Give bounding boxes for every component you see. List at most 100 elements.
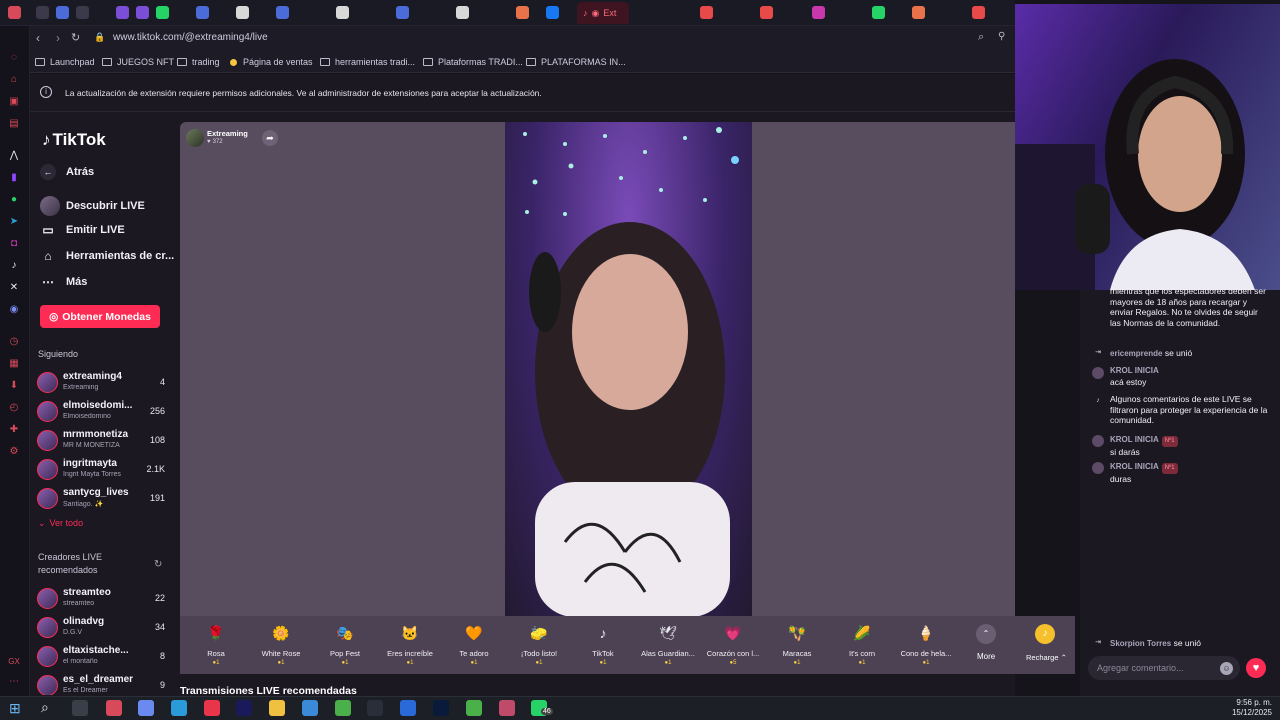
back-icon[interactable]: ‹: [36, 31, 40, 45]
tiktok-logo[interactable]: ♪ TikTok: [42, 130, 106, 150]
tab-icon[interactable]: [546, 6, 559, 19]
telegram-icon[interactable]: ➤: [8, 216, 20, 228]
home-icon[interactable]: ⌂: [8, 74, 20, 86]
bookmark-trading[interactable]: trading: [177, 57, 220, 67]
chat-username[interactable]: KROL INICIA: [1110, 366, 1159, 377]
gift-item[interactable]: 🍦 Cono de hela... ●1: [895, 620, 957, 666]
tiktok-icon[interactable]: ♪: [8, 260, 20, 272]
nav-go-live[interactable]: ▭ Emitir LIVE: [40, 223, 124, 237]
back-button[interactable]: ← Atrás: [40, 164, 94, 180]
forward-icon[interactable]: ›: [56, 31, 60, 45]
tab-icon[interactable]: [276, 6, 289, 19]
opera-menu-icon[interactable]: [8, 6, 21, 19]
opera-icon[interactable]: [204, 700, 220, 716]
nav-discover-live[interactable]: Descubrir LIVE: [40, 196, 145, 216]
tab-icon[interactable]: [912, 6, 925, 19]
search-icon[interactable]: ⌕: [41, 699, 49, 716]
tab-icon[interactable]: [36, 6, 49, 19]
refresh-icon[interactable]: ↻: [154, 559, 162, 570]
tab-icon[interactable]: [236, 6, 249, 19]
recommended-account[interactable]: es_el_dreamer Es el Dreamer 9: [37, 673, 165, 695]
tab-icon[interactable]: [136, 6, 149, 19]
app-icon[interactable]: [302, 700, 318, 716]
coin-recharge-icon[interactable]: ♪: [1035, 624, 1055, 644]
comment-input[interactable]: Agregar comentario...: [1088, 656, 1240, 680]
bookmark-herramientas[interactable]: herramientas tradi...: [320, 57, 415, 67]
tab-icon[interactable]: [456, 6, 469, 19]
tab-icon[interactable]: [812, 6, 825, 19]
reload-icon[interactable]: ↻: [71, 31, 80, 44]
share-icon[interactable]: ➦: [262, 130, 278, 146]
bookmark-plataformas-tradi[interactable]: Plataformas TRADI...: [423, 57, 523, 67]
chrome-icon[interactable]: [466, 700, 482, 716]
tab-icon[interactable]: [116, 6, 129, 19]
discord-icon[interactable]: ◉: [8, 304, 20, 316]
more-icon[interactable]: ⋯: [8, 676, 20, 688]
nav-creator-tools[interactable]: ⌂ Herramientas de cr...: [40, 249, 174, 263]
host-name[interactable]: Extreaming: [207, 129, 248, 138]
tab-icon[interactable]: [760, 6, 773, 19]
bookmark-plataformas-in[interactable]: PLATAFORMAS IN...: [526, 57, 626, 67]
gift-item[interactable]: 🐱 Eres increíble ●1: [379, 620, 441, 666]
clock-icon[interactable]: ◴: [8, 402, 20, 414]
tab-icon[interactable]: [396, 6, 409, 19]
following-account[interactable]: santycg_lives Santiago. ✨ 191: [37, 486, 165, 512]
aria-icon[interactable]: ◌: [8, 52, 20, 64]
tab-icon[interactable]: [516, 6, 529, 19]
zoom-icon[interactable]: ⌕: [978, 31, 984, 44]
more-gifts-icon[interactable]: ⌃: [976, 624, 996, 644]
bookmark-juegos-nft[interactable]: JUEGOS NFT: [102, 57, 174, 67]
gift-item[interactable]: 🕊 Alas Guardian... ●1: [637, 620, 699, 666]
see-all-link[interactable]: ⌄ Ver todo: [38, 518, 83, 529]
x-icon[interactable]: ✕: [8, 282, 20, 294]
recommended-account[interactable]: streamteo streamteo 22: [37, 586, 165, 612]
chat-avatar[interactable]: [1092, 435, 1104, 447]
gift-item[interactable]: 🧽 ¡Todo listo! ●1: [508, 620, 570, 666]
task-view-icon[interactable]: [72, 700, 88, 716]
gift-item[interactable]: 🌼 White Rose ●1: [250, 620, 312, 666]
bookmark-launchpad[interactable]: Launchpad: [35, 57, 95, 67]
active-tab[interactable]: ♪ ◉ Ext: [577, 2, 629, 24]
gift-item[interactable]: ♪ TikTok ●1: [572, 620, 634, 666]
nav-more[interactable]: ⋯ Más: [40, 275, 87, 289]
gift-item[interactable]: 💗 Corazón con l... ●5: [702, 620, 764, 666]
recommended-account[interactable]: olinadvg D.G.V 34: [37, 615, 165, 641]
host-avatar[interactable]: [186, 129, 204, 147]
gx-icon[interactable]: GX: [8, 656, 20, 668]
bookmark-pagina-ventas[interactable]: Página de ventas: [230, 57, 313, 67]
downloads-icon[interactable]: ⬇: [8, 380, 20, 392]
recharge-button[interactable]: Recharge ⌃: [1026, 653, 1067, 662]
opera-gx-icon[interactable]: [106, 700, 122, 716]
tool-icon[interactable]: ⋀: [8, 150, 20, 162]
like-heart-icon[interactable]: ♥: [1246, 658, 1266, 678]
tab-icon[interactable]: [56, 6, 69, 19]
get-coins-button[interactable]: ◎ Obtener Monedas: [40, 305, 160, 328]
app-icon[interactable]: [499, 700, 515, 716]
chat-username[interactable]: ericemprende: [1110, 349, 1162, 358]
tab-icon[interactable]: [700, 6, 713, 19]
photoshop-icon[interactable]: [433, 700, 449, 716]
url-field[interactable]: www.tiktok.com/@extreaming4/live: [113, 32, 268, 43]
windows-start-icon[interactable]: ⊞: [9, 700, 21, 717]
file-explorer-icon[interactable]: [269, 700, 285, 716]
more-gifts-button[interactable]: More: [977, 652, 995, 661]
gift-item[interactable]: 🧡 Te adoro ●1: [443, 620, 505, 666]
settings-icon[interactable]: ⚙: [8, 446, 20, 458]
gift-item[interactable]: 🌹 Rosa ●1: [185, 620, 247, 666]
news-icon[interactable]: ▤: [8, 118, 20, 130]
tab-icon[interactable]: [336, 6, 349, 19]
emoji-icon[interactable]: ☺: [1220, 662, 1233, 675]
stream-video[interactable]: [505, 122, 752, 617]
following-account[interactable]: elmoisedomi... Elmoisedomino 256: [37, 399, 165, 425]
edge-icon[interactable]: [171, 700, 187, 716]
chat-avatar[interactable]: [1092, 367, 1104, 379]
chat-username[interactable]: Skorpion Torres: [1110, 639, 1171, 648]
system-clock[interactable]: 9:56 p. m. 15/12/2025: [1232, 698, 1272, 718]
gift-item[interactable]: 🎭 Pop Fest ●1: [314, 620, 376, 666]
twitch-icon[interactable]: ▮: [8, 172, 20, 184]
following-account[interactable]: extreaming4 Extreaming 4: [37, 370, 165, 396]
tab-icon[interactable]: [972, 6, 985, 19]
chrome-icon[interactable]: [335, 700, 351, 716]
chat-avatar[interactable]: [1092, 462, 1104, 474]
capcut-icon[interactable]: [367, 700, 383, 716]
